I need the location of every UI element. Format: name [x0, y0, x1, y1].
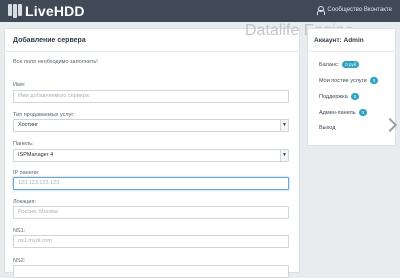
- my-services-link[interactable]: Мои постие услуги 0: [319, 77, 379, 84]
- required-note: Все поля необходимо заполнить!: [13, 59, 98, 65]
- ns1-input[interactable]: ns1.mydi.com: [13, 235, 289, 248]
- logout-link[interactable]: Выход: [319, 125, 335, 131]
- location-input[interactable]: Россия, Москва: [13, 206, 289, 219]
- ip-label: IP панели:: [13, 170, 40, 176]
- top-bar: LiveHDD Сообщество Вконтакте: [0, 0, 400, 22]
- service-type-label: Тип продаваемых услуг:: [13, 112, 75, 118]
- logo-text: LiveHDD: [25, 3, 85, 19]
- account-panel: Аккаунт: Admin Баланс: 0 руб Мои постие …: [307, 28, 396, 146]
- ip-placeholder: 123.123.123.123: [18, 180, 60, 186]
- balance-badge: 0 руб: [342, 61, 360, 68]
- balance-link[interactable]: Баланс: 0 руб: [319, 61, 360, 68]
- title-divider: [5, 51, 299, 52]
- service-type-select[interactable]: Хостинг ▼: [13, 119, 289, 132]
- community-link[interactable]: Сообщество Вконтакте: [316, 6, 392, 15]
- my-services-badge: 0: [369, 77, 379, 84]
- chevron-down-icon: ▼: [280, 120, 288, 131]
- support-label: Поддержка: [319, 93, 348, 100]
- user-icon: [316, 6, 326, 15]
- admin-panel-label: Админ-панель: [319, 109, 356, 116]
- support-link[interactable]: Поддержка 0: [319, 93, 360, 100]
- ns1-label: NS1:: [13, 228, 26, 234]
- location-placeholder: Россия, Москва: [18, 209, 58, 215]
- add-server-panel: Добавление сервера Все поля необходимо з…: [4, 28, 300, 278]
- ns1-placeholder: ns1.mydi.com: [18, 238, 52, 244]
- name-placeholder: Имя добавляемого сервера: [18, 93, 89, 99]
- support-badge: 0: [350, 93, 360, 100]
- name-input[interactable]: Имя добавляемого сервера: [13, 90, 289, 103]
- account-title: Аккаунт: Admin: [314, 37, 364, 44]
- community-link-label: Сообщество Вконтакте: [327, 7, 392, 13]
- logo-icon: [8, 4, 22, 18]
- ip-input[interactable]: 123.123.123.123: [13, 177, 289, 190]
- location-label: Локация:: [13, 199, 36, 205]
- admin-panel-badge: 0: [358, 109, 368, 116]
- logout-label: Выход: [319, 125, 336, 131]
- chevron-right-icon[interactable]: [384, 117, 394, 133]
- name-label: Имя:: [13, 82, 26, 88]
- account-divider: [308, 51, 395, 52]
- logo[interactable]: LiveHDD: [8, 2, 85, 20]
- panel-label: Панель:: [13, 141, 34, 147]
- chevron-down-icon: ▼: [280, 150, 288, 161]
- ns2-label: NS2:: [13, 258, 26, 264]
- admin-panel-link[interactable]: Админ-панель 0: [319, 109, 368, 116]
- panel-value: ISPManager 4: [18, 152, 54, 158]
- balance-label: Баланс:: [319, 61, 340, 68]
- my-services-label: Мои постие услуги: [319, 77, 367, 84]
- page-title: Добавление сервера: [13, 37, 86, 44]
- panel-select[interactable]: ISPManager 4 ▼: [13, 149, 289, 162]
- service-type-value: Хостинг: [18, 122, 39, 128]
